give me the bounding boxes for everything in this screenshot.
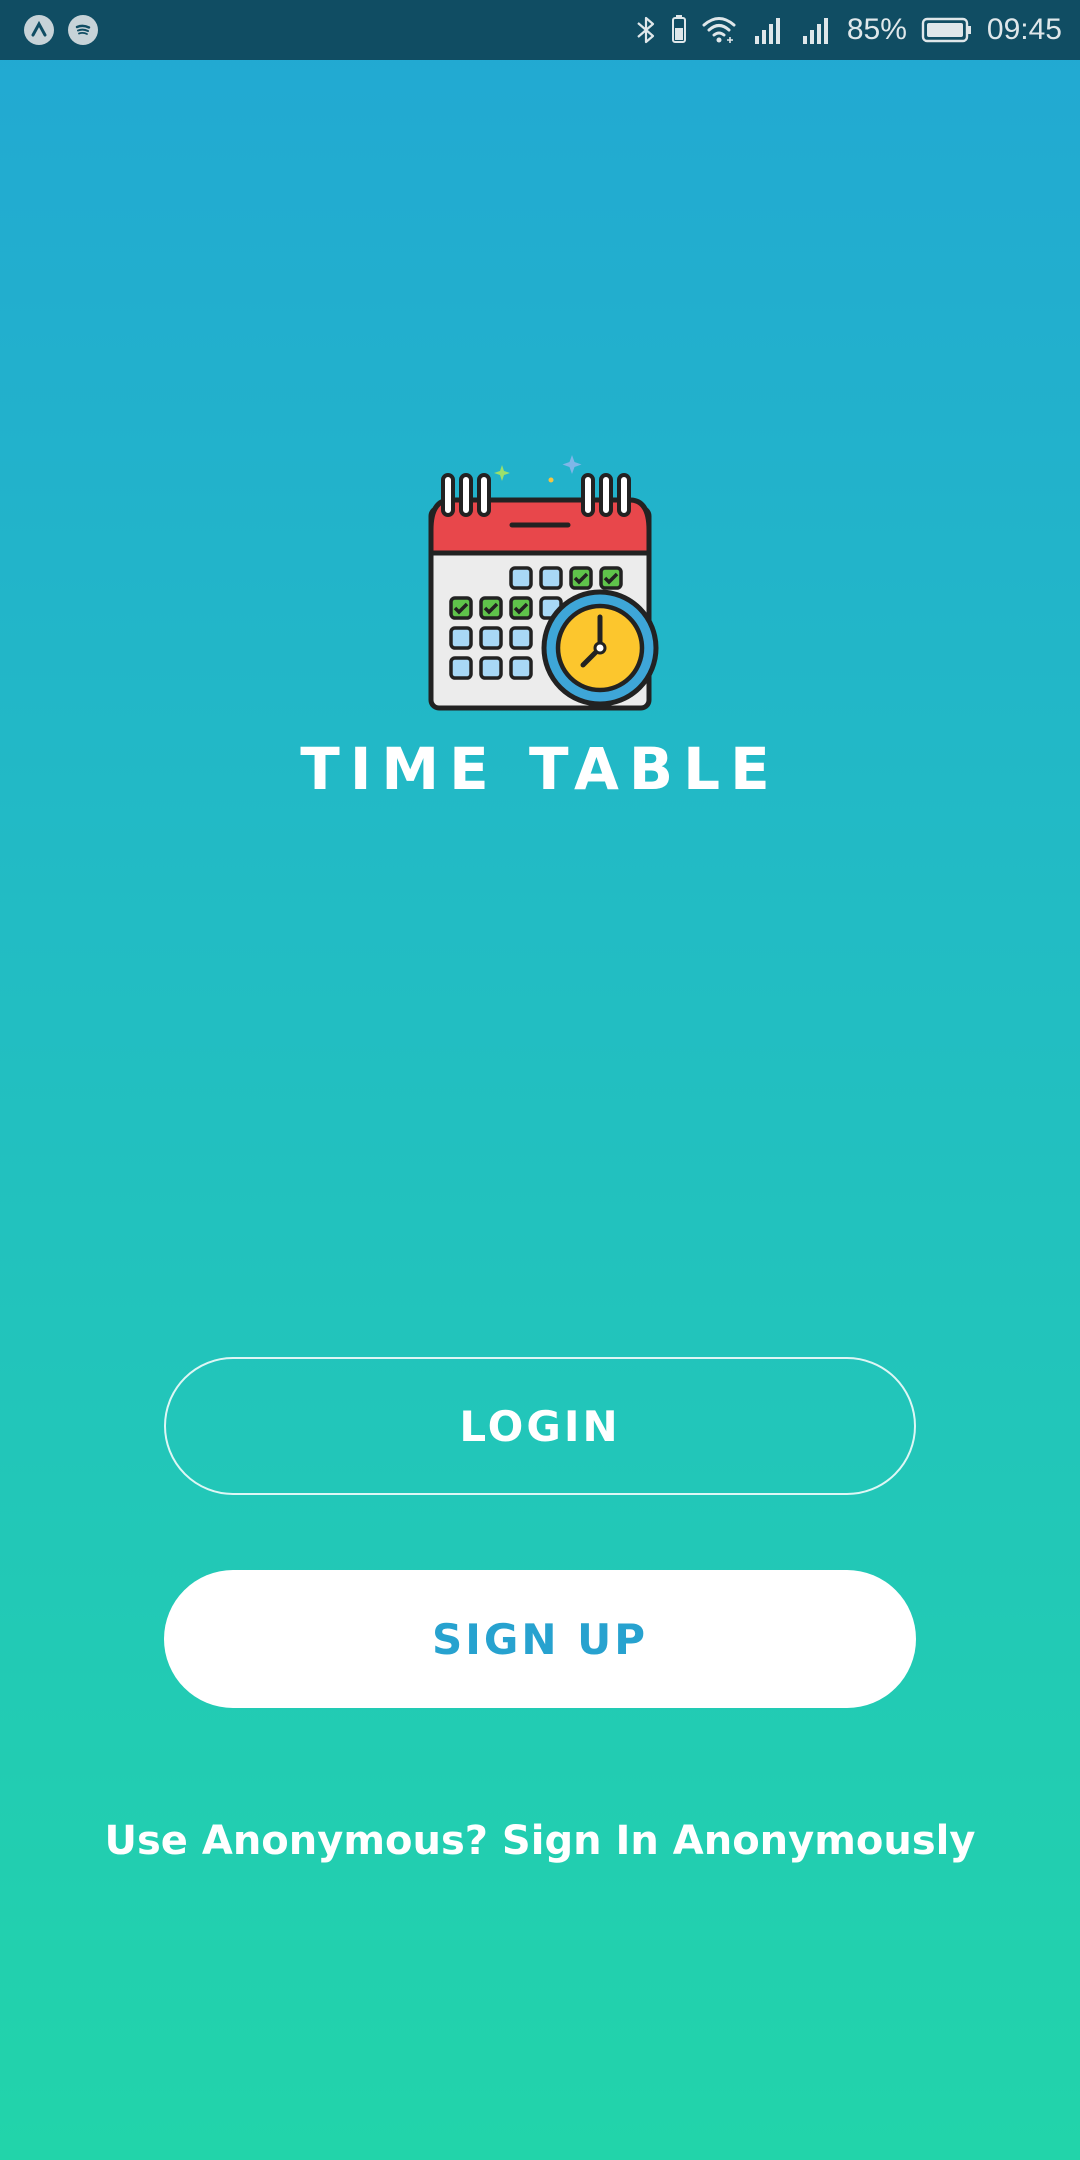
wifi-icon [702, 17, 736, 43]
vibrate-battery-icon [671, 15, 686, 43]
anonymous-signin-row: Use Anonymous? Sign In Anonymously [0, 1818, 1080, 1864]
signup-button-label: SIGN UP [431, 1614, 648, 1664]
login-button-label: LOGIN [459, 1401, 621, 1451]
signup-button[interactable]: SIGN UP [164, 1570, 916, 1708]
spotify-icon [68, 15, 98, 45]
anonymous-prompt: Use Anonymous? [104, 1818, 488, 1864]
battery-icon [921, 17, 971, 43]
bluetooth-icon [637, 16, 654, 44]
app-a-icon [24, 15, 54, 45]
battery-percent: 85% [846, 13, 907, 46]
app-title: TIME TABLE [300, 735, 780, 803]
signal-icon [754, 18, 780, 44]
calendar-clock-icon [428, 455, 659, 711]
anonymous-signin-link[interactable]: Sign In Anonymously [502, 1818, 976, 1864]
system-status: 85% 09:45 [635, 10, 1062, 50]
login-button[interactable]: LOGIN [164, 1357, 916, 1495]
notification-icons [24, 15, 98, 45]
app-logo [420, 455, 660, 715]
status-bar: 85% 09:45 [0, 0, 1080, 60]
clock-time: 09:45 [986, 13, 1062, 46]
signal-icon [802, 18, 828, 44]
